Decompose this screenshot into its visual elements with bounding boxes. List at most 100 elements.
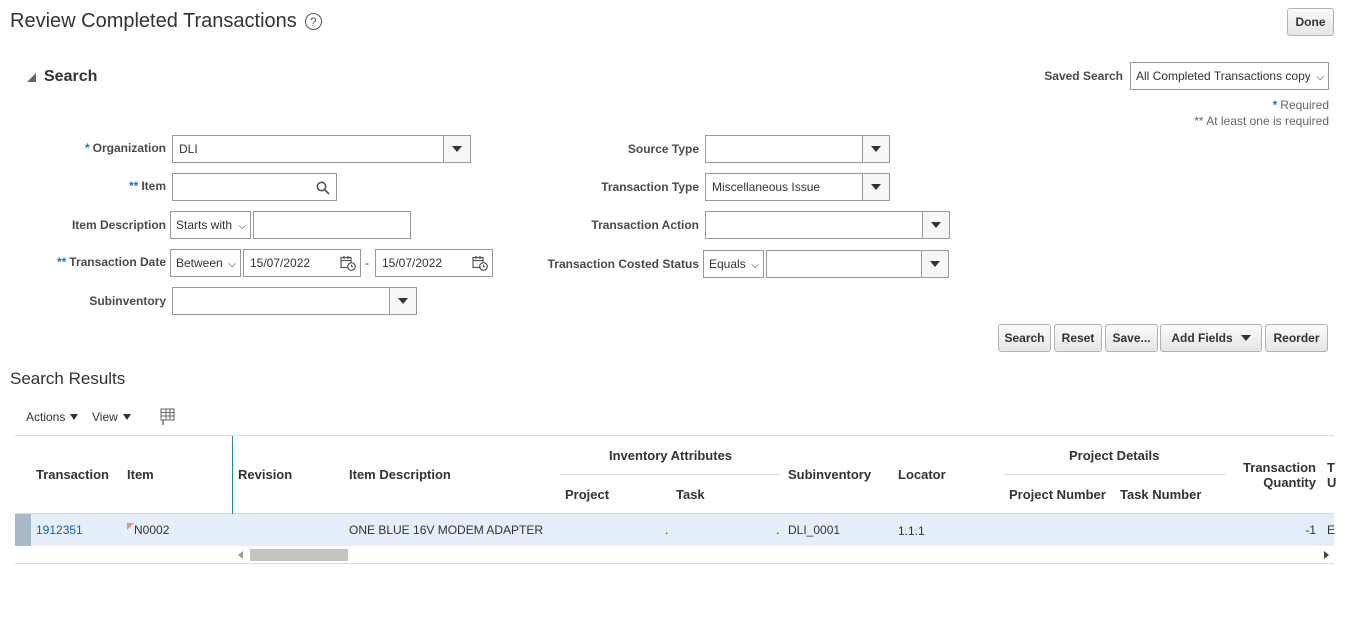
date-range-dash: - bbox=[365, 256, 369, 270]
item-description-label: Item Description bbox=[71, 218, 166, 232]
table-row[interactable] bbox=[15, 514, 1334, 546]
item-label-text: Item bbox=[141, 179, 166, 193]
transaction-date-operator-select[interactable]: Between ⌵ bbox=[170, 249, 241, 277]
chevron-down-icon: ⌵ bbox=[751, 260, 759, 271]
dropdown-arrow-icon[interactable] bbox=[443, 136, 470, 162]
locator-cell: 1.1.1 bbox=[898, 524, 925, 538]
costed-status-select[interactable] bbox=[766, 250, 949, 278]
dropdown-arrow-icon[interactable] bbox=[389, 288, 416, 314]
search-icon[interactable] bbox=[316, 181, 330, 195]
col-revision[interactable]: Revision bbox=[238, 467, 292, 482]
col-next-line2[interactable]: U bbox=[1327, 475, 1336, 490]
collapse-triangle-icon[interactable] bbox=[27, 72, 36, 82]
at-least-one-marker: ** bbox=[128, 179, 139, 193]
group-inventory-attributes: Inventory Attributes bbox=[609, 448, 733, 463]
transaction-costed-status-label: Transaction Costed Status bbox=[547, 257, 699, 271]
scroll-right-icon[interactable] bbox=[1324, 551, 1329, 559]
dropdown-arrow-icon[interactable] bbox=[862, 174, 889, 200]
row-selector[interactable] bbox=[15, 514, 31, 546]
subinventory-label: Subinventory bbox=[89, 294, 166, 308]
source-type-select[interactable] bbox=[705, 135, 890, 163]
project-cell: . bbox=[776, 523, 780, 537]
freeze-columns-icon[interactable] bbox=[158, 408, 176, 426]
transaction-type-label: Transaction Type bbox=[601, 180, 699, 194]
search-results-title: Search Results bbox=[10, 369, 126, 388]
transaction-link[interactable]: 1912351 bbox=[36, 523, 83, 537]
subinventory-select[interactable] bbox=[172, 287, 417, 315]
group-divider bbox=[1004, 474, 1226, 475]
transaction-date-from-value: 15/07/2022 bbox=[250, 256, 311, 270]
item-label: ** Item bbox=[40, 179, 166, 193]
saved-search-select[interactable]: All Completed Transactions copy ⌵ bbox=[1130, 62, 1329, 90]
item-description-operator-select[interactable]: Starts with ⌵ bbox=[170, 211, 251, 239]
group-project-details: Project Details bbox=[1069, 448, 1160, 463]
saved-search-value: All Completed Transactions copy bbox=[1136, 69, 1310, 83]
page-title-bar: Review Completed Transactions ? bbox=[10, 10, 322, 33]
item-description-operator-value: Starts with bbox=[176, 218, 233, 232]
required-note-text: Required bbox=[1280, 98, 1329, 112]
organization-select[interactable]: DLI bbox=[172, 135, 471, 163]
scroll-left-icon[interactable] bbox=[238, 551, 243, 559]
view-label: View bbox=[92, 410, 118, 424]
dropdown-arrow-icon[interactable] bbox=[922, 212, 949, 238]
at-least-one-marker: ** bbox=[56, 255, 67, 269]
item-description-input[interactable] bbox=[253, 211, 411, 239]
at-least-one-note: ** At least one is required bbox=[1194, 114, 1329, 128]
col-subinventory[interactable]: Subinventory bbox=[788, 467, 871, 482]
organization-value: DLI bbox=[179, 142, 198, 156]
col-locator[interactable]: Locator bbox=[898, 467, 946, 482]
search-button[interactable]: Search bbox=[998, 324, 1051, 352]
col-transaction[interactable]: Transaction bbox=[36, 467, 109, 482]
save-button[interactable]: Save... bbox=[1105, 324, 1158, 352]
dropdown-arrow-icon[interactable] bbox=[862, 136, 889, 162]
col-project-number[interactable]: Project Number bbox=[1009, 487, 1106, 502]
flag-icon bbox=[127, 523, 134, 530]
transaction-date-to-input[interactable]: 15/07/2022 bbox=[375, 249, 493, 277]
search-section-title: Search bbox=[44, 68, 98, 85]
add-fields-label: Add Fields bbox=[1171, 331, 1233, 345]
reset-button[interactable]: Reset bbox=[1054, 324, 1102, 352]
actions-label: Actions bbox=[26, 410, 66, 424]
search-section-header[interactable]: Search bbox=[27, 68, 97, 86]
item-input[interactable] bbox=[172, 173, 337, 201]
col-transaction-quantity-line1[interactable]: Transaction bbox=[1231, 460, 1316, 475]
help-icon[interactable]: ? bbox=[304, 13, 322, 30]
calendar-icon[interactable] bbox=[340, 255, 356, 271]
subinventory-cell: DLI_0001 bbox=[788, 523, 841, 537]
transaction-type-select[interactable]: Miscellaneous Issue bbox=[705, 173, 890, 201]
done-button[interactable]: Done bbox=[1287, 8, 1334, 36]
col-next-line1[interactable]: T bbox=[1327, 460, 1335, 475]
col-task-number[interactable]: Task Number bbox=[1120, 487, 1201, 502]
col-task[interactable]: Task bbox=[676, 487, 705, 502]
transaction-date-label: ** Transaction Date bbox=[20, 255, 166, 269]
transaction-action-select[interactable] bbox=[705, 211, 950, 239]
view-menu[interactable]: View bbox=[92, 410, 131, 424]
quantity-cell: -1 bbox=[1305, 523, 1316, 537]
horizontal-scrollbar[interactable] bbox=[233, 547, 1334, 563]
group-divider bbox=[560, 474, 780, 475]
transaction-type-value: Miscellaneous Issue bbox=[712, 180, 821, 194]
transaction-date-from-input[interactable]: 15/07/2022 bbox=[243, 249, 361, 277]
actions-menu[interactable]: Actions bbox=[26, 410, 79, 424]
col-transaction-quantity-line2[interactable]: Quantity bbox=[1231, 475, 1316, 490]
chevron-down-icon: ⌵ bbox=[1316, 72, 1324, 83]
dropdown-arrow-icon[interactable] bbox=[921, 251, 948, 277]
transaction-action-label: Transaction Action bbox=[591, 218, 699, 232]
task-cell: . bbox=[665, 523, 669, 537]
calendar-icon[interactable] bbox=[472, 255, 488, 271]
col-item[interactable]: Item bbox=[127, 467, 154, 482]
table-top-border bbox=[15, 435, 1334, 436]
reorder-button[interactable]: Reorder bbox=[1265, 324, 1328, 352]
dropdown-arrow-icon bbox=[70, 414, 79, 420]
dropdown-arrow-icon bbox=[122, 414, 131, 420]
col-project[interactable]: Project bbox=[565, 487, 609, 502]
chevron-down-icon: ⌵ bbox=[228, 259, 236, 270]
scroll-thumb[interactable] bbox=[250, 549, 348, 561]
page-title: Review Completed Transactions bbox=[10, 10, 297, 32]
organization-label: * Organization bbox=[40, 141, 166, 155]
table-bottom-border bbox=[15, 563, 1334, 564]
col-item-description[interactable]: Item Description bbox=[349, 467, 451, 482]
costed-status-operator-select[interactable]: Equals ⌵ bbox=[703, 250, 764, 278]
required-note: * Required bbox=[1150, 98, 1329, 112]
add-fields-button[interactable]: Add Fields bbox=[1160, 324, 1262, 352]
